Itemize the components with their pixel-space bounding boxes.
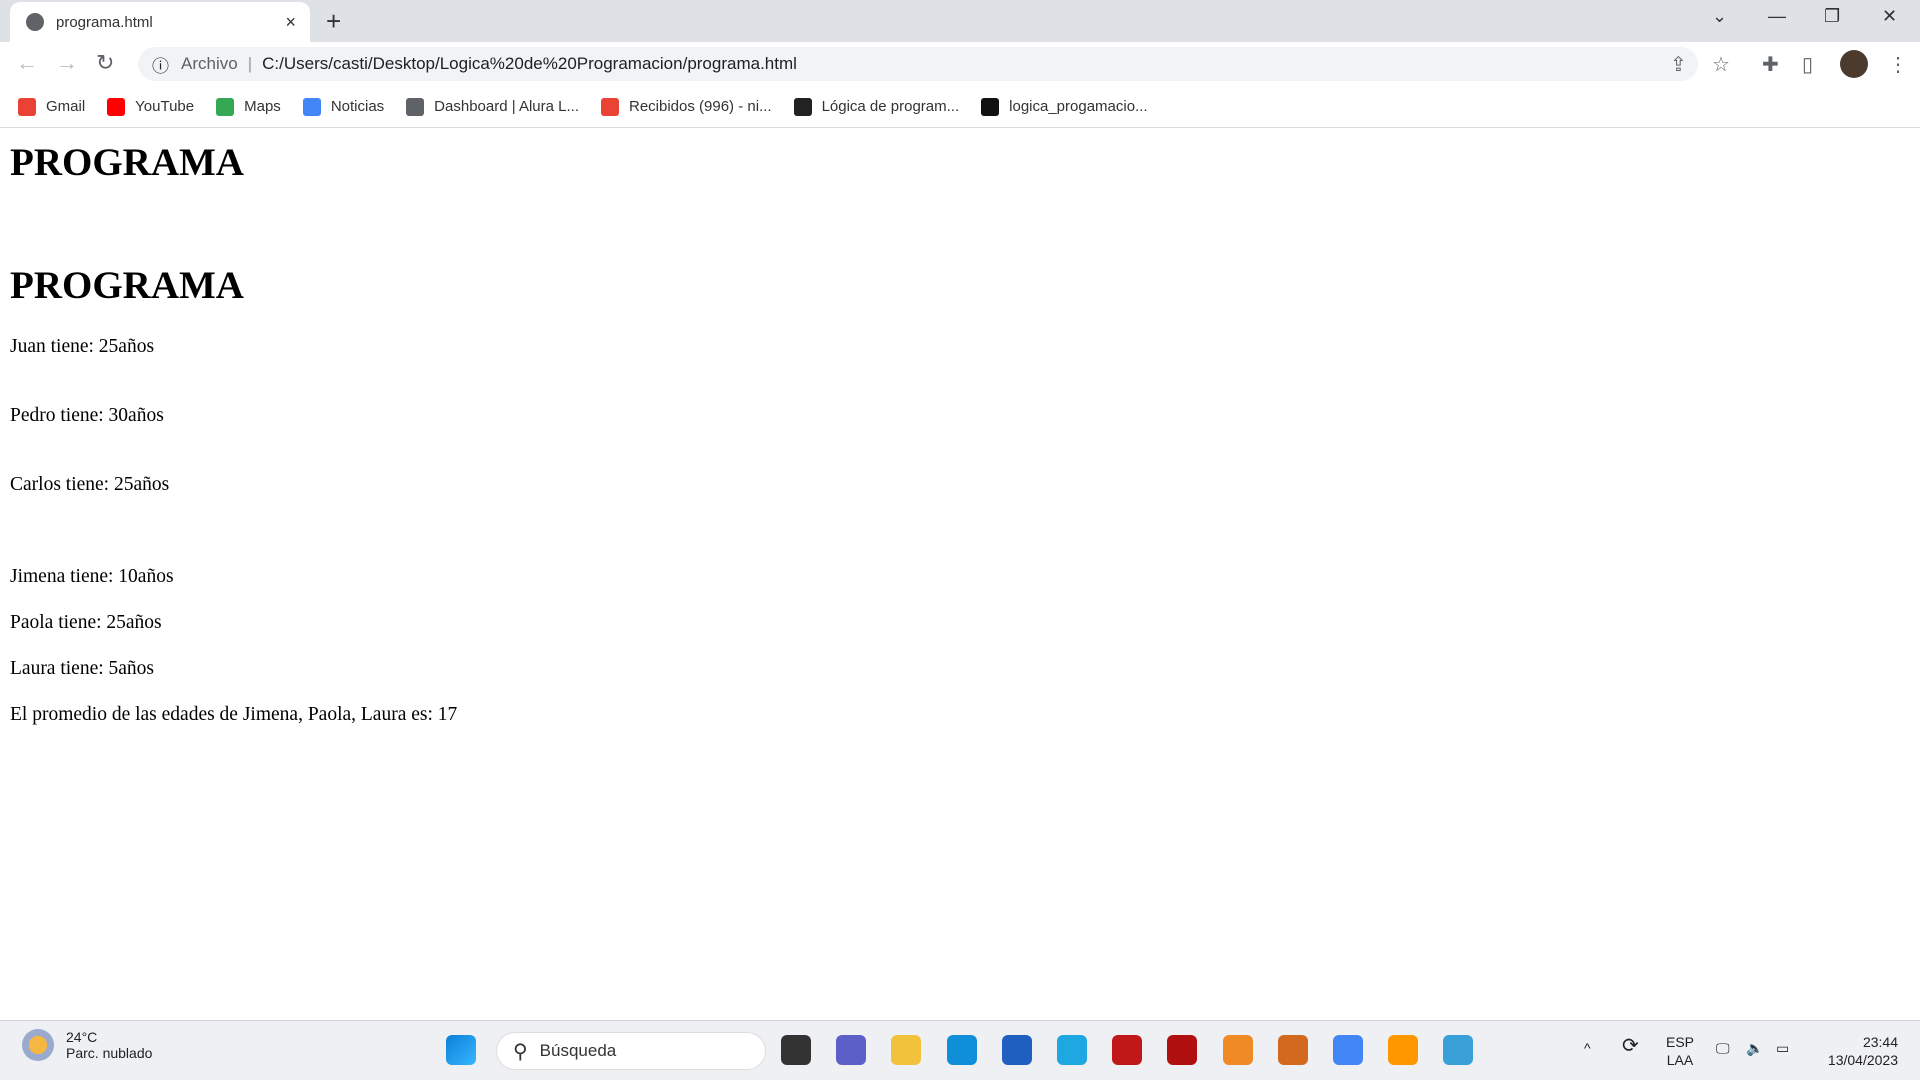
- start-button[interactable]: [446, 1035, 476, 1065]
- bookmark-favicon-icon: [18, 97, 36, 116]
- game-app-icon[interactable]: [1277, 1035, 1308, 1065]
- bookmark-favicon-icon: [601, 97, 619, 116]
- back-button[interactable]: ←: [16, 50, 38, 76]
- restore-button[interactable]: ❐: [1824, 6, 1840, 27]
- date: 13/04/2023: [1827, 1052, 1898, 1068]
- toolbar: ← → ↻ ⓘ Archivo | C:/Users/casti/Desktop…: [0, 42, 1920, 86]
- output-line: Laura tiene: 5años: [10, 658, 155, 679]
- chrome-icon[interactable]: [1333, 1035, 1363, 1065]
- bookmark-favicon-icon: [981, 97, 1000, 116]
- close-tab-icon[interactable]: ×: [285, 12, 296, 33]
- side-panel-icon[interactable]: ▯: [1802, 52, 1813, 77]
- page-heading: PROGRAMA: [10, 141, 244, 184]
- new-tab-button[interactable]: +: [326, 6, 341, 37]
- bookmark-favicon-icon: [406, 97, 425, 116]
- bookmark-label: Recibidos (996) - ni...: [629, 98, 772, 115]
- sublime-text-icon[interactable]: [1388, 1035, 1419, 1065]
- bookmark-label: YouTube: [135, 98, 195, 115]
- tab-title: programa.html: [56, 13, 153, 31]
- bookmark-label: Maps: [244, 98, 281, 115]
- weather-icon: [22, 1029, 54, 1061]
- store-icon[interactable]: [1001, 1035, 1032, 1065]
- globe-app-icon[interactable]: [1443, 1035, 1474, 1065]
- temperature: 24°C: [66, 1029, 98, 1045]
- minimize-button[interactable]: —: [1768, 6, 1786, 27]
- file-explorer-icon[interactable]: [891, 1035, 922, 1065]
- bookmark-item[interactable]: logica_progamacio...: [981, 97, 1148, 116]
- bookmark-favicon-icon: [107, 97, 126, 116]
- lang-bottom: LAA: [1666, 1052, 1694, 1068]
- time: 23:44: [1862, 1034, 1898, 1050]
- menu-icon[interactable]: ⋮: [1888, 52, 1908, 77]
- bookmark-label: logica_progamacio...: [1009, 98, 1148, 115]
- average-line: El promedio de las edades de Jimena, Pao…: [10, 704, 458, 725]
- tab-programa[interactable]: programa.html ×: [10, 2, 310, 42]
- edge-icon[interactable]: [946, 1035, 977, 1065]
- task-view-icon[interactable]: [781, 1035, 811, 1065]
- bookmark-label: Noticias: [330, 98, 385, 115]
- bookmark-item[interactable]: Dashboard | Alura L...: [406, 97, 579, 116]
- tab-search-chevron-icon[interactable]: ⌄: [1712, 6, 1727, 27]
- avatar[interactable]: [1840, 50, 1868, 78]
- weather-widget[interactable]: 24°C Parc. nublado: [22, 1029, 152, 1061]
- extensions-icon[interactable]: ✚: [1762, 52, 1779, 77]
- taskbar: 24°C Parc. nublado ⚲ Búsqueda ^ ⟳ ESP LA…: [0, 1020, 1920, 1080]
- language-indicator[interactable]: ESP LAA: [1666, 1033, 1694, 1069]
- bookmark-item[interactable]: Noticias: [302, 97, 385, 116]
- info-icon[interactable]: ⓘ: [152, 52, 169, 77]
- globe-icon: [26, 13, 44, 31]
- clock[interactable]: 23:44 13/04/2023: [1818, 1033, 1898, 1069]
- address-separator: |: [247, 54, 253, 73]
- bookmark-label: Gmail: [46, 98, 86, 115]
- bookmark-item[interactable]: Lógica de program...: [793, 97, 960, 116]
- red-app-icon[interactable]: [1167, 1035, 1198, 1065]
- bookmarks-bar: Gmail YouTube Maps Noticias Dashboard | Alur…: [0, 86, 1920, 128]
- volume-icon[interactable]: 🔈: [1746, 1039, 1763, 1057]
- chat-icon[interactable]: [836, 1035, 867, 1065]
- search-box[interactable]: ⚲ Búsqueda: [496, 1032, 766, 1070]
- media-player-icon[interactable]: [1222, 1035, 1253, 1065]
- lang-top: ESP: [1666, 1034, 1695, 1050]
- search-placeholder: Búsqueda: [539, 1041, 617, 1060]
- output-line: Juan tiene: 25años: [10, 336, 155, 357]
- bookmark-label: Dashboard | Alura L...: [434, 98, 579, 115]
- output-line: Carlos tiene: 25años: [10, 474, 170, 495]
- tab-strip: programa.html × + ⌄ — ❐ ✕: [0, 0, 1920, 42]
- close-window-button[interactable]: ✕: [1882, 6, 1897, 27]
- address-prefix: Archivo: [181, 54, 238, 73]
- bookmark-item[interactable]: Gmail: [18, 97, 86, 116]
- l-app-icon[interactable]: [1057, 1035, 1087, 1065]
- bookmark-item[interactable]: YouTube: [107, 97, 195, 116]
- battery-icon[interactable]: ▭: [1776, 1039, 1789, 1057]
- bookmark-favicon-icon: [216, 97, 235, 116]
- mcafee-icon[interactable]: [1112, 1035, 1143, 1065]
- bookmark-item[interactable]: Maps: [216, 97, 281, 116]
- show-hidden-icons[interactable]: ^: [1584, 1039, 1591, 1057]
- bookmark-favicon-icon: [793, 97, 812, 116]
- sync-icon[interactable]: ⟳: [1622, 1036, 1639, 1056]
- weather-text: Parc. nublado: [66, 1045, 153, 1061]
- output-line: Jimena tiene: 10años: [10, 566, 174, 587]
- output-line: Pedro tiene: 30años: [10, 405, 164, 426]
- share-icon[interactable]: ⇪: [1670, 52, 1687, 77]
- output-line: Paola tiene: 25años: [10, 612, 162, 633]
- search-icon: ⚲: [513, 1040, 528, 1063]
- address-bar[interactable]: ⓘ Archivo | C:/Users/casti/Desktop/Logic…: [138, 47, 1698, 81]
- url-text[interactable]: C:/Users/casti/Desktop/Logica%20de%20Pro…: [262, 54, 797, 74]
- network-icon[interactable]: 🖵: [1716, 1039, 1730, 1057]
- bookmark-item[interactable]: Recibidos (996) - ni...: [601, 97, 772, 116]
- forward-button[interactable]: →: [56, 50, 78, 76]
- bookmark-star-icon[interactable]: ☆: [1712, 52, 1730, 77]
- bookmark-favicon-icon: [302, 97, 321, 116]
- page-heading-2: PROGRAMA: [10, 264, 244, 307]
- reload-button[interactable]: ↻: [96, 50, 114, 76]
- bookmark-label: Lógica de program...: [821, 98, 960, 115]
